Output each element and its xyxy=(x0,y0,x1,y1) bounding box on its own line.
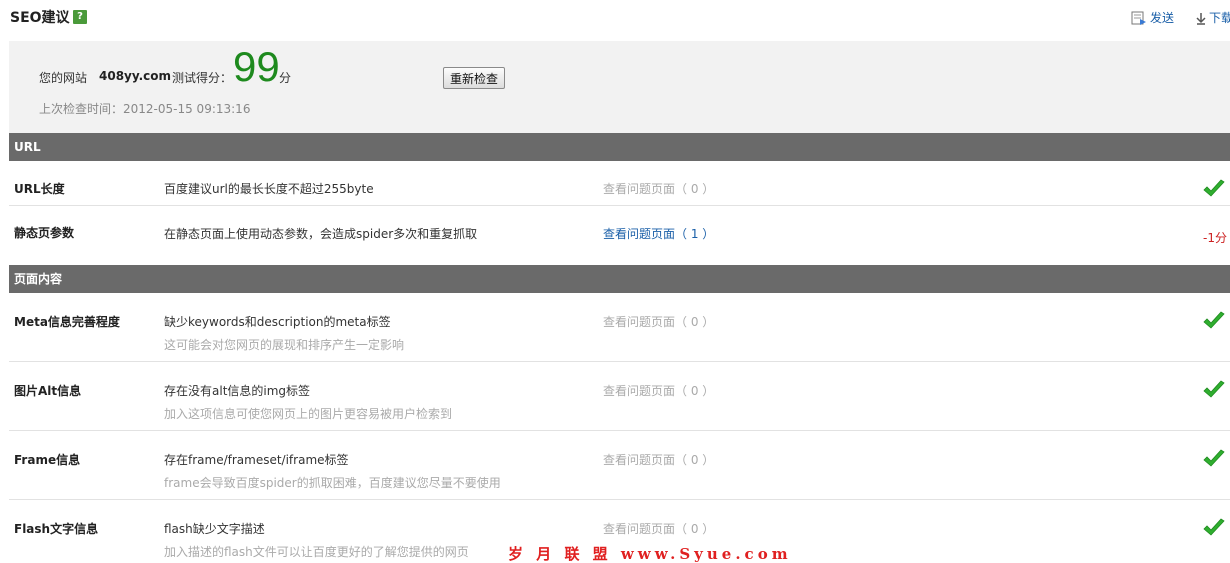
view-problem-pages-link: 查看问题页面（ 0 ） xyxy=(603,315,715,329)
row-name: Frame信息 xyxy=(14,453,81,467)
watermark: 岁 月 联 盟 www.Syue.com xyxy=(508,545,792,563)
row-name: 图片Alt信息 xyxy=(14,384,82,398)
penalty-score: -1分 xyxy=(1203,231,1227,245)
send-label: 发送 xyxy=(1150,11,1175,25)
recheck-button[interactable]: 重新检查 xyxy=(443,67,505,89)
row-sub-description: 这可能会对您网页的展现和排序产生一定影响 xyxy=(164,338,405,352)
download-label: 下载 xyxy=(1209,11,1230,25)
score-unit: 分 xyxy=(279,71,292,85)
view-problem-pages-link[interactable]: 查看问题页面（ 1 ） xyxy=(603,225,714,242)
check-icon xyxy=(1203,380,1225,398)
check-icon xyxy=(1203,449,1225,467)
send-button[interactable]: 发送 xyxy=(1131,9,1174,26)
download-arrow-icon xyxy=(1196,12,1206,25)
send-icon xyxy=(1131,11,1146,25)
row-name: Meta信息完善程度 xyxy=(14,315,120,329)
row-sub-description: 加入这项信息可使您网页上的图片更容易被用户检索到 xyxy=(164,407,453,421)
score-summary-panel: 您的网站 408yy.com 测试得分： 99 分 重新检查 上次检查时间：20… xyxy=(9,41,1230,133)
row-description: flash缺少文字描述 xyxy=(164,522,265,536)
row-sub-description: frame会导致百度spider的抓取困难，百度建议您尽量不要使用 xyxy=(164,476,501,490)
row-description: 百度建议url的最长长度不超过255byte xyxy=(164,182,374,196)
view-problem-pages-link: 查看问题页面（ 0 ） xyxy=(603,453,715,467)
check-icon xyxy=(1203,311,1225,329)
table-row: 静态页参数 在静态页面上使用动态参数，会造成spider多次和重复抓取 查看问题… xyxy=(9,206,1230,265)
row-description: 缺少keywords和description的meta标签 xyxy=(164,315,391,329)
table-row: Frame信息 存在frame/frameset/iframe标签 frame会… xyxy=(9,431,1230,500)
site-domain: 408yy.com xyxy=(99,69,172,83)
last-check-time: 上次检查时间：2012-05-15 09:13:16 xyxy=(39,102,251,116)
help-icon[interactable]: ? xyxy=(73,10,87,24)
table-row: Meta信息完善程度 缺少keywords和description的meta标签… xyxy=(9,293,1230,362)
row-description: 在静态页面上使用动态参数，会造成spider多次和重复抓取 xyxy=(164,227,478,241)
row-name: 静态页参数 xyxy=(14,226,75,240)
view-problem-pages-link: 查看问题页面（ 0 ） xyxy=(603,384,715,398)
row-name: Flash文字信息 xyxy=(14,522,99,536)
view-problem-pages-link: 查看问题页面（ 0 ） xyxy=(603,522,715,536)
section-header-page-content: 页面内容 xyxy=(9,265,1230,293)
table-row: 图片Alt信息 存在没有alt信息的img标签 加入这项信息可使您网页上的图片更… xyxy=(9,362,1230,431)
section-header-url: URL xyxy=(9,133,1230,161)
score-value: 99 xyxy=(233,43,280,90)
site-label: 您的网站 xyxy=(39,71,88,85)
table-row: URL长度 百度建议url的最长长度不超过255byte 查看问题页面（ 0 ） xyxy=(9,161,1230,206)
score-label: 测试得分： xyxy=(172,71,233,85)
download-button[interactable]: 下载 xyxy=(1196,9,1230,26)
row-description: 存在frame/frameset/iframe标签 xyxy=(164,453,349,467)
row-name: URL长度 xyxy=(14,182,65,196)
row-description: 存在没有alt信息的img标签 xyxy=(164,384,311,398)
row-sub-description: 加入描述的flash文件可以让百度更好的了解您提供的网页 xyxy=(164,545,469,559)
check-icon xyxy=(1203,518,1225,536)
page-title: SEO建议 xyxy=(10,10,70,26)
check-icon xyxy=(1203,179,1225,197)
top-bar: SEO建议 ? 发送 下载 xyxy=(0,0,1230,34)
view-problem-pages-link: 查看问题页面（ 0 ） xyxy=(603,182,715,196)
